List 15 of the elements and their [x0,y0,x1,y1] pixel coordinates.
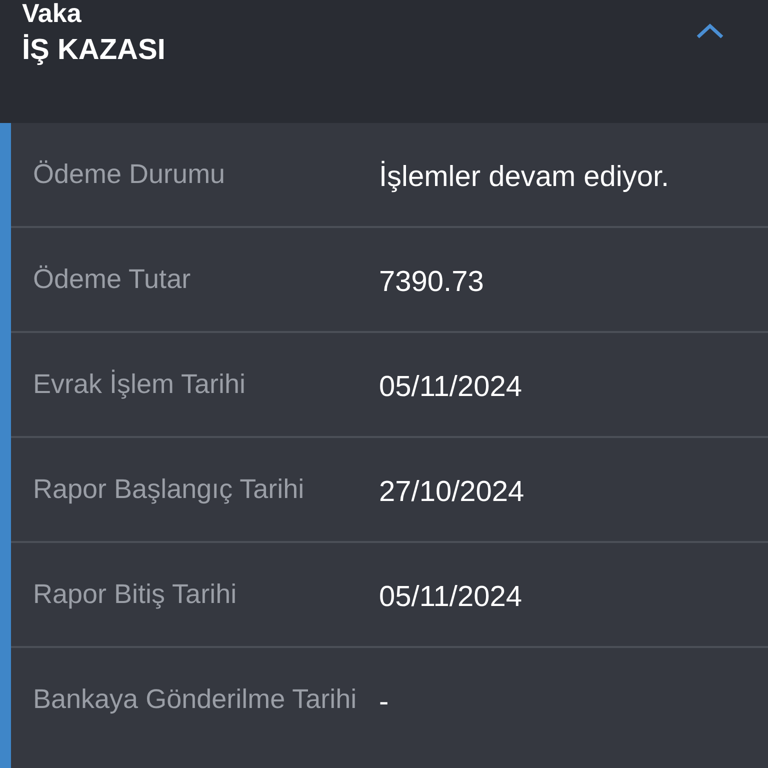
field-value: 7390.73 [379,265,485,300]
field-value: 27/10/2024 [379,475,526,510]
field-label: Rapor Bitiş Tarihi [32,578,238,611]
field-label: Evrak İşlem Tarihi [32,368,247,401]
field-label: Ödeme Tutar [32,263,192,296]
field-value: 05/11/2024 [379,370,523,405]
field-label: Ödeme Durumu [32,158,226,191]
field-value: İşlemler devam ediyor. [379,160,670,195]
chevron-icon[interactable] [696,23,724,39]
field-value: 05/11/2024 [379,580,523,615]
field-label: Rapor Başlangıç Tarihi [32,473,306,506]
field-value: - [379,685,390,720]
case-title: İŞ KAZASI [22,33,166,68]
section-label: Vaka [22,0,82,26]
field-label: Bankaya Gönderilme Tarihi [32,683,358,716]
